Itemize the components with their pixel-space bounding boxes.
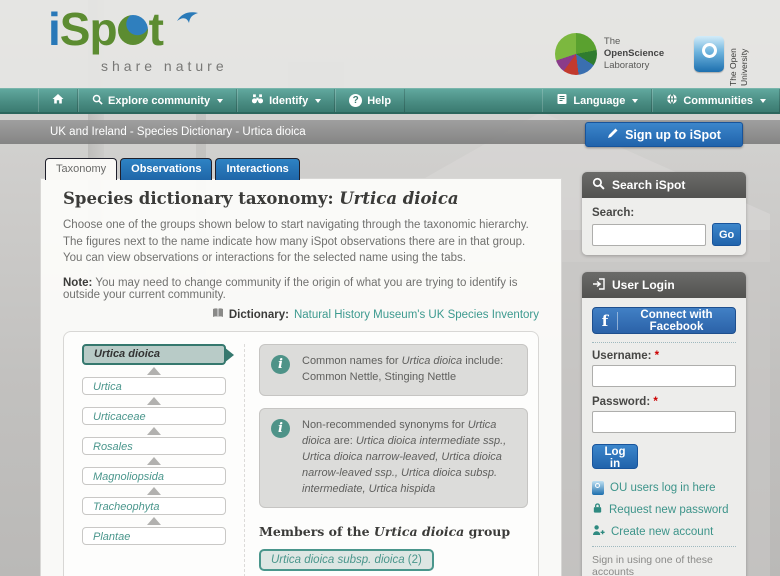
user-add-icon xyxy=(592,524,605,539)
synonyms-infobox: i Non-recommended synonyms for Urtica di… xyxy=(259,407,528,508)
divider xyxy=(592,342,736,343)
search-box-header: Search iSpot xyxy=(582,172,746,198)
chevron-down-icon xyxy=(217,98,224,103)
tab-bar: Taxonomy Observations Interactions xyxy=(45,158,300,180)
password-label: Password: * xyxy=(592,396,658,408)
taxonomy-node-kingdom[interactable]: Plantae xyxy=(82,527,226,546)
login-box-header: User Login xyxy=(582,272,746,298)
bird-icon xyxy=(176,7,200,30)
member-subspecies-button[interactable]: Urtica dioica subsp. dioica (2) xyxy=(259,548,434,571)
search-label: Search: xyxy=(592,207,635,219)
taxonomy-hierarchy: Urtica dioica Urtica Urticaceae Rosales … xyxy=(74,344,234,576)
username-field[interactable] xyxy=(592,365,736,387)
home-icon xyxy=(52,93,64,108)
common-names-infobox: i Common names for Urtica dioica include… xyxy=(259,344,528,396)
taxonomy-node-family[interactable]: Urticaceae xyxy=(82,407,226,426)
login-arrow-icon xyxy=(592,277,605,293)
taxonomy-tree-panel: Urtica dioica Urtica Urticaceae Rosales … xyxy=(63,331,539,576)
arrow-up-icon xyxy=(147,487,161,496)
open-university-label: The Open University xyxy=(727,48,749,86)
search-icon xyxy=(92,94,103,108)
taxonomy-node-class[interactable]: Magnoliopsida xyxy=(82,467,226,486)
signin-note: Sign in using one of these accounts xyxy=(592,554,713,576)
ispot-logo[interactable]: iSp t xyxy=(48,6,164,52)
info-icon: i xyxy=(271,418,290,438)
logo-tagline: share nature xyxy=(101,58,228,74)
intro-text: Choose one of the groups shown below to … xyxy=(63,219,529,265)
nav-explore-community[interactable]: Explore community xyxy=(78,89,238,112)
search-icon xyxy=(592,177,605,193)
taxonomy-node-order[interactable]: Rosales xyxy=(82,437,226,456)
user-login-box: User Login f Connect with Facebook Usern… xyxy=(582,272,746,576)
nav-identify[interactable]: Identify xyxy=(237,89,336,112)
chevron-down-icon xyxy=(632,98,639,103)
username-label: Username: * xyxy=(592,350,660,362)
nav-home[interactable] xyxy=(38,89,78,112)
dictionary-link[interactable]: Natural History Museum's UK Species Inve… xyxy=(294,309,539,321)
chevron-down-icon xyxy=(315,98,322,103)
chevron-down-icon xyxy=(760,98,766,103)
facebook-connect-button[interactable]: f Connect with Facebook xyxy=(592,307,736,334)
taxonomy-node-phylum[interactable]: Tracheophyta xyxy=(82,497,226,516)
tab-interactions[interactable]: Interactions xyxy=(215,158,300,180)
arrow-up-icon xyxy=(147,427,161,436)
arrow-up-icon xyxy=(147,517,161,526)
note-text: Note: You may need to change community i… xyxy=(63,277,518,302)
arrow-up-icon xyxy=(147,457,161,466)
lock-icon xyxy=(592,502,603,517)
search-input[interactable] xyxy=(592,223,706,246)
divider xyxy=(592,546,736,547)
page-title: Species dictionary taxonomy: Urtica dioi… xyxy=(63,189,459,208)
globe-icon xyxy=(666,93,678,108)
password-field[interactable] xyxy=(592,411,736,433)
main-navbar: Explore community Identify ? Help Langua… xyxy=(0,88,780,114)
taxonomy-node-selected[interactable]: Urtica dioica xyxy=(82,344,226,366)
site-header: iSp t share nature The OpenScience Labora… xyxy=(0,0,780,88)
open-university-shield-icon xyxy=(693,36,724,72)
info-icon: i xyxy=(271,355,290,375)
openscience-globe-icon xyxy=(554,33,597,75)
binoculars-icon xyxy=(251,93,264,108)
ou-shield-icon xyxy=(592,481,604,495)
search-ispot-box: Search iSpot Search: Go xyxy=(582,172,746,255)
main-content-panel: Species dictionary taxonomy: Urtica dioi… xyxy=(40,178,562,576)
login-button[interactable]: Log in xyxy=(592,444,638,470)
signup-button[interactable]: Sign up to iSpot xyxy=(585,122,743,147)
dictionary-row: Dictionary: Natural History Museum's UK … xyxy=(63,307,539,322)
partner-logos: The OpenScience Laboratory The Open Univ… xyxy=(554,22,750,86)
members-heading: Members of the Urtica dioica group xyxy=(259,523,511,539)
tab-taxonomy[interactable]: Taxonomy xyxy=(45,158,118,180)
request-password-link[interactable]: Request new password xyxy=(592,502,736,517)
help-icon: ? xyxy=(349,94,363,107)
arrow-up-icon xyxy=(147,367,161,376)
openscience-label: The OpenScience Laboratory xyxy=(603,36,665,71)
book-icon xyxy=(212,307,224,322)
pencil-icon xyxy=(607,127,619,142)
taxonomy-node-genus[interactable]: Urtica xyxy=(82,377,226,396)
facebook-icon: f xyxy=(593,311,618,330)
nav-language[interactable]: Language xyxy=(542,89,653,112)
ou-login-link[interactable]: OU users log in here xyxy=(592,481,736,495)
logo-o-leaf-icon xyxy=(117,15,148,45)
arrow-up-icon xyxy=(147,397,161,406)
nav-communities[interactable]: Communities xyxy=(652,89,780,112)
tab-observations[interactable]: Observations xyxy=(120,158,213,180)
nav-help[interactable]: ? Help xyxy=(335,89,406,112)
taxonomy-details: i Common names for Urtica dioica include… xyxy=(244,344,528,576)
create-account-link[interactable]: Create new account xyxy=(592,524,736,539)
go-button[interactable]: Go xyxy=(712,223,742,246)
language-icon xyxy=(556,93,568,108)
